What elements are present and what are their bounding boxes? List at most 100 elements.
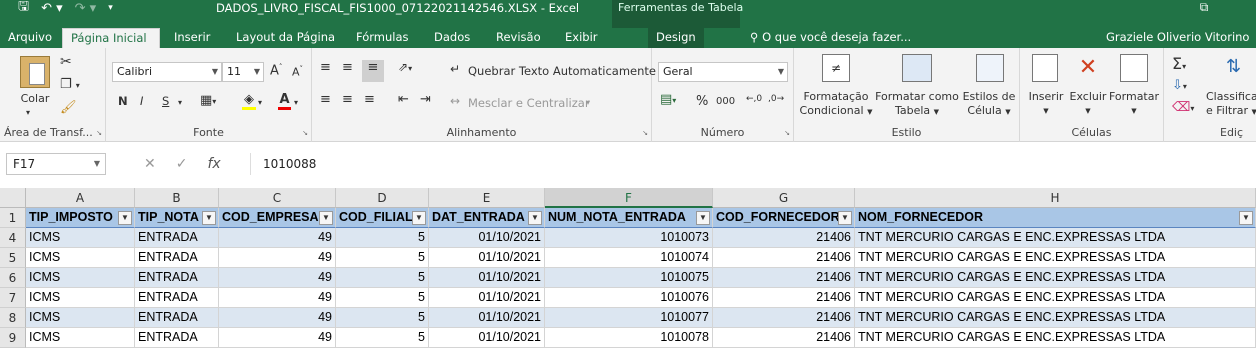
filter-dropdown-icon[interactable]: ▼: [202, 211, 216, 225]
insert-button[interactable]: Inserir ▼: [1024, 90, 1068, 118]
table-cell[interactable]: TNT MERCURIO CARGAS E ENC.EXPRESSAS LTDA: [855, 308, 1256, 328]
table-cell[interactable]: 49: [219, 328, 336, 348]
table-cell[interactable]: 5: [336, 228, 429, 248]
table-cell[interactable]: 01/10/2021: [429, 228, 545, 248]
format-button[interactable]: Formatar ▼: [1108, 90, 1160, 118]
borders-icon[interactable]: ▦▾: [200, 93, 216, 108]
column-header-a[interactable]: A: [26, 188, 135, 208]
customize-icon[interactable]: ▾: [108, 3, 113, 13]
table-cell[interactable]: TNT MERCURIO CARGAS E ENC.EXPRESSAS LTDA: [855, 328, 1256, 348]
column-header-d[interactable]: D: [336, 188, 429, 208]
table-cell[interactable]: 1010075: [545, 268, 713, 288]
row-header[interactable]: 4: [0, 228, 26, 248]
conditional-format-icon[interactable]: ≠: [822, 54, 850, 82]
decrease-decimal-icon[interactable]: ,0→: [768, 94, 784, 104]
paste-button[interactable]: Colar: [14, 92, 56, 106]
align-center-icon[interactable]: ≡: [342, 92, 353, 107]
table-cell[interactable]: 01/10/2021: [429, 328, 545, 348]
insert-cells-icon[interactable]: [1032, 54, 1058, 82]
table-cell[interactable]: ENTRADA: [135, 328, 219, 348]
cell-styles-button[interactable]: Estilos de Célula ▼: [960, 90, 1018, 119]
orientation-icon[interactable]: ⇗▾: [398, 60, 412, 74]
filter-dropdown-icon[interactable]: ▼: [696, 211, 710, 225]
row-header[interactable]: 8: [0, 308, 26, 328]
column-header-b[interactable]: B: [135, 188, 219, 208]
table-cell[interactable]: 01/10/2021: [429, 248, 545, 268]
table-cell[interactable]: ENTRADA: [135, 288, 219, 308]
font-size-combo[interactable]: 11 ▼: [222, 62, 264, 82]
font-color-dropdown-icon[interactable]: ▾: [294, 98, 298, 107]
table-cell[interactable]: 5: [336, 288, 429, 308]
table-header-cell[interactable]: COD_EMPRESA ▼: [219, 208, 336, 228]
insert-function-icon[interactable]: fx: [207, 156, 220, 172]
cancel-icon[interactable]: ✕: [144, 156, 156, 172]
table-cell[interactable]: 49: [219, 248, 336, 268]
table-cell[interactable]: 5: [336, 308, 429, 328]
shrink-font-icon[interactable]: A˅: [292, 65, 303, 79]
wrap-text-icon[interactable]: ↵: [450, 62, 460, 76]
name-box[interactable]: F17 ▼: [6, 153, 106, 175]
conditional-format-button[interactable]: Formatação Condicional ▼: [796, 90, 876, 119]
table-cell[interactable]: 1010073: [545, 228, 713, 248]
underline-dropdown-icon[interactable]: ▾: [178, 98, 182, 107]
row-header[interactable]: 9: [0, 328, 26, 348]
font-launcher-icon[interactable]: ↘: [302, 129, 308, 137]
table-cell[interactable]: ICMS: [26, 268, 135, 288]
table-cell[interactable]: 21406: [713, 268, 855, 288]
row-header[interactable]: 1: [0, 208, 26, 228]
tab-revisao[interactable]: Revisão: [488, 28, 549, 48]
column-header-h[interactable]: H: [855, 188, 1256, 208]
table-cell[interactable]: 1010076: [545, 288, 713, 308]
delete-button[interactable]: Excluir ▼: [1066, 90, 1110, 118]
table-cell[interactable]: 49: [219, 288, 336, 308]
align-middle-icon[interactable]: ≡: [342, 60, 353, 75]
table-cell[interactable]: ENTRADA: [135, 308, 219, 328]
format-as-table-button[interactable]: Formatar como Tabela ▼: [874, 90, 960, 119]
grow-font-icon[interactable]: A˄: [270, 63, 282, 78]
row-header[interactable]: 7: [0, 288, 26, 308]
table-cell[interactable]: 01/10/2021: [429, 268, 545, 288]
table-cell[interactable]: 01/10/2021: [429, 308, 545, 328]
table-header-cell[interactable]: COD_FORNECEDOR ▼: [713, 208, 855, 228]
column-header-g[interactable]: G: [713, 188, 855, 208]
user-name[interactable]: Graziele Oliverio Vitorino: [1106, 28, 1249, 48]
table-cell[interactable]: 5: [336, 248, 429, 268]
column-header-c[interactable]: C: [219, 188, 336, 208]
copy-icon[interactable]: ❐ ▾: [60, 77, 80, 92]
table-cell[interactable]: 49: [219, 228, 336, 248]
underline-button[interactable]: S: [162, 94, 169, 108]
format-painter-icon[interactable]: 🖌: [60, 100, 77, 115]
italic-button[interactable]: I: [140, 94, 143, 108]
format-as-table-icon[interactable]: [902, 54, 932, 82]
align-bottom-icon[interactable]: ≡: [362, 60, 384, 82]
currency-icon[interactable]: ▤▾: [660, 92, 676, 107]
table-cell[interactable]: TNT MERCURIO CARGAS E ENC.EXPRESSAS LTDA: [855, 268, 1256, 288]
thousands-button[interactable]: 000: [716, 96, 735, 107]
filter-dropdown-icon[interactable]: ▼: [412, 211, 426, 225]
table-cell[interactable]: 49: [219, 308, 336, 328]
column-header-e[interactable]: E: [429, 188, 545, 208]
align-left-icon[interactable]: ≡: [320, 92, 331, 107]
tab-pagina-inicial[interactable]: Página Inicial: [62, 28, 160, 48]
filter-dropdown-icon[interactable]: ▼: [319, 211, 333, 225]
table-cell[interactable]: ICMS: [26, 308, 135, 328]
merge-center-button[interactable]: Mesclar e Centralizar: [468, 96, 590, 110]
tab-formulas[interactable]: Fórmulas: [348, 28, 417, 48]
table-cell[interactable]: ICMS: [26, 248, 135, 268]
font-color-icon[interactable]: A: [278, 92, 291, 110]
sort-filter-button[interactable]: Classifica e Filtrar ▼: [1206, 90, 1256, 119]
table-cell[interactable]: 21406: [713, 228, 855, 248]
table-header-cell[interactable]: DAT_ENTRADA ▼: [429, 208, 545, 228]
filter-dropdown-icon[interactable]: ▼: [1239, 211, 1253, 225]
tab-layout[interactable]: Layout da Página: [228, 28, 343, 48]
fill-dropdown-icon[interactable]: ▾: [258, 98, 262, 107]
table-cell[interactable]: TNT MERCURIO CARGAS E ENC.EXPRESSAS LTDA: [855, 228, 1256, 248]
row-header[interactable]: 5: [0, 248, 26, 268]
fill-icon[interactable]: ⇩▾: [1172, 78, 1187, 93]
cut-icon[interactable]: ✂: [60, 54, 72, 70]
select-all-corner[interactable]: [0, 188, 26, 208]
increase-decimal-icon[interactable]: ←,0: [746, 94, 762, 104]
table-cell[interactable]: 5: [336, 268, 429, 288]
table-header-cell[interactable]: NUM_NOTA_ENTRADA ▼: [545, 208, 713, 228]
wrap-text-button[interactable]: Quebrar Texto Automaticamente: [468, 64, 656, 78]
